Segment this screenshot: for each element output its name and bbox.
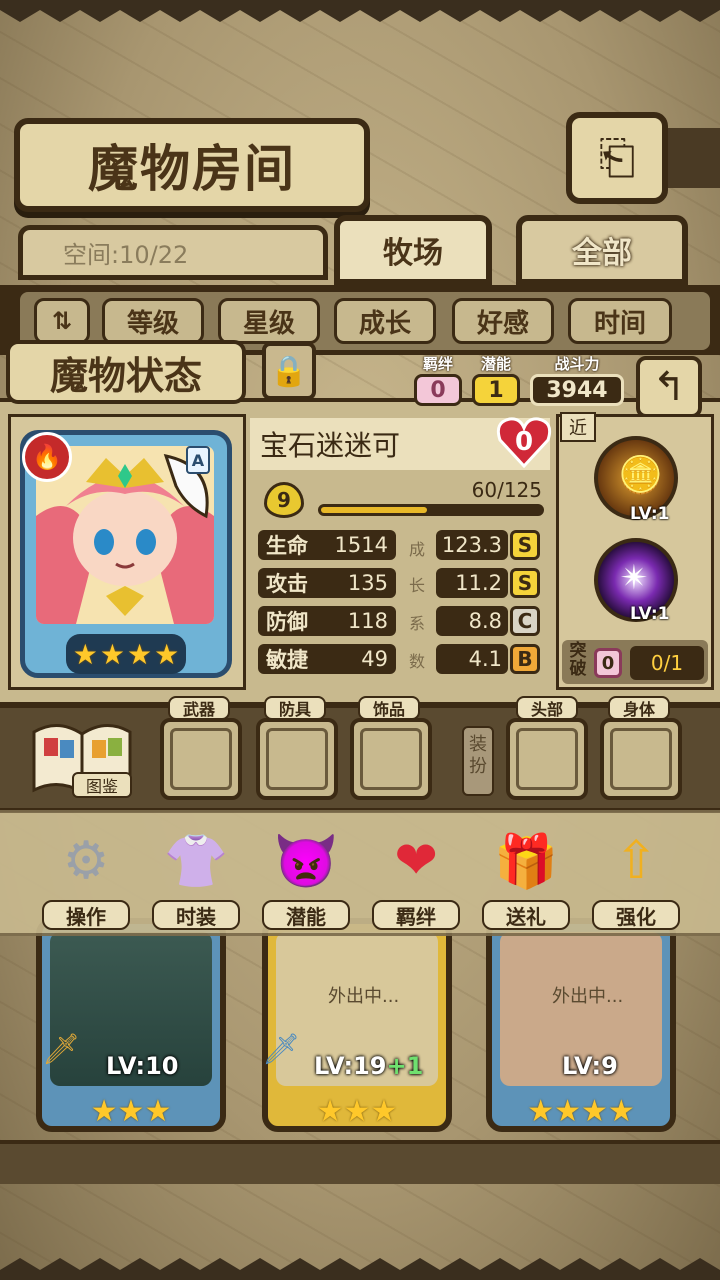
growth-defense: 8.8 <box>436 606 508 636</box>
roster-card-3[interactable]: 外出中... LV:9 ★ ★ ★ ★ <box>486 918 676 1132</box>
status-title: 魔物状态 <box>6 340 246 404</box>
bond-button[interactable]: ❤ 羁绊 <box>372 822 460 930</box>
breakthrough-progress: 0/1 <box>630 646 704 680</box>
element-badge: 🔥 <box>22 432 72 482</box>
gear-icon: ⚙ <box>62 831 110 891</box>
star-icon: ★ <box>72 637 98 671</box>
grade-hp: S <box>510 530 540 560</box>
growth-label-char: 长 <box>408 576 425 595</box>
roster-card-3-away-status: 外出中... <box>552 986 624 1007</box>
slot-label-armor: 防具 <box>264 696 326 720</box>
roster-card-2-stars: ★ ★ ★ <box>316 1094 398 1129</box>
lock-icon: 🔒 <box>270 353 308 389</box>
equip-slot-accessory[interactable] <box>350 718 432 800</box>
gift-icon: 🎁 <box>493 831 559 892</box>
attack-range-badge: 近 <box>560 412 596 442</box>
equip-slot-head[interactable] <box>506 718 588 800</box>
bond-stat: 羁绊 0 <box>414 356 462 406</box>
growth-label-char: 成 <box>408 540 425 559</box>
combat-power-stat: 战斗力 3944 <box>530 356 624 406</box>
sort-order-toggle[interactable]: ⇅ <box>34 298 90 344</box>
exit-button[interactable]: ⎗ <box>566 112 668 204</box>
sort-by-time-button[interactable]: 时间 <box>568 298 672 344</box>
sword-icon: 🗡 <box>42 1032 81 1067</box>
grade-attack: S <box>510 568 540 598</box>
roster-card-2-away-status: 外出中... <box>328 986 400 1007</box>
return-icon: ⎗ <box>598 130 636 184</box>
sort-order-icon: ⇅ <box>51 307 73 335</box>
sort-by-star-button[interactable]: 星级 <box>218 298 320 344</box>
stat-agility: 敏捷 49 <box>258 644 396 674</box>
dress-up-label: 装扮 <box>462 726 494 796</box>
star-icon: ★ <box>99 637 125 671</box>
gift-button[interactable]: 🎁 送礼 <box>482 822 570 930</box>
roster-card-2[interactable]: 外出中... LV:19+1 ★ ★ ★ <box>262 918 452 1132</box>
bottom-zigzag-border <box>0 1258 720 1280</box>
breakthrough-count: 0 <box>594 648 622 678</box>
growth-label-char: 系 <box>408 614 425 633</box>
dark-magic-skill-icon: ✴ <box>620 558 649 598</box>
lock-button[interactable]: 🔒 <box>262 342 316 400</box>
sort-by-growth-button[interactable]: 成长 <box>334 298 436 344</box>
roster-card-1-stars: ★ ★ ★ <box>90 1094 172 1129</box>
fire-icon: 🔥 <box>32 443 62 471</box>
grade-agility: B <box>510 644 540 674</box>
potential-stat: 潜能 1 <box>472 356 520 406</box>
level-badge: 9 <box>264 482 304 518</box>
exp-text: 60/125 <box>471 478 542 502</box>
potential-button[interactable]: 👿 潜能 <box>262 822 350 930</box>
roster-card-3-level: LV:9 <box>562 1052 618 1080</box>
sort-by-affection-button[interactable]: 好感 <box>452 298 554 344</box>
star-icon: ★ <box>154 637 180 671</box>
space-capacity: 空间:10/22 <box>18 225 328 280</box>
slot-label-weapon: 武器 <box>168 696 230 720</box>
enhance-button[interactable]: ⇧ 强化 <box>592 822 680 930</box>
equip-slot-armor[interactable] <box>256 718 338 800</box>
slot-label-body: 身体 <box>608 696 670 720</box>
exp-bar-fill <box>321 507 427 513</box>
stat-attack: 攻击 135 <box>258 568 396 598</box>
rank-badge: A <box>186 446 210 474</box>
costume-button[interactable]: 👚 时装 <box>152 822 240 930</box>
demon-icon: 👿 <box>273 831 339 892</box>
star-rating: ★ ★ ★ ★ <box>66 634 186 674</box>
sword-icon: 🗡 <box>262 1032 301 1067</box>
skill-1-level: LV:1 <box>630 504 670 524</box>
roster-card-2-level: LV:19+1 <box>314 1052 424 1080</box>
tab-all[interactable]: 全部 <box>516 215 688 285</box>
skill-2-level: LV:1 <box>630 604 670 624</box>
stat-hp: 生命 1514 <box>258 530 396 560</box>
tab-ranch[interactable]: 牧场 <box>334 215 492 285</box>
stat-defense: 防御 118 <box>258 606 396 636</box>
hearts-icon: ❤ <box>394 831 438 891</box>
slot-label-head: 头部 <box>516 696 578 720</box>
page-title: 魔物房间 <box>14 118 370 212</box>
clothes-icon: 👚 <box>163 831 229 892</box>
equip-slot-body[interactable] <box>600 718 682 800</box>
affection-heart: 0 <box>496 416 552 468</box>
star-icon: ★ <box>127 637 153 671</box>
grade-defense: C <box>510 606 540 636</box>
growth-agility: 4.1 <box>436 644 508 674</box>
growth-label-char: 数 <box>408 652 425 671</box>
roster-card-1-level: LV:10 <box>106 1052 179 1080</box>
slot-label-accessory: 饰品 <box>358 696 420 720</box>
return-arrow-icon: ↰ <box>652 364 686 410</box>
growth-attack: 11.2 <box>436 568 508 598</box>
breakthrough-label: 突破 <box>569 641 587 679</box>
coin-skill-icon: 🪙 <box>618 455 663 496</box>
operate-button[interactable]: ⚙ 操作 <box>42 822 130 930</box>
roster-card-1[interactable]: LV:10 ★ ★ ★ <box>36 918 226 1132</box>
affection-value: 0 <box>514 427 534 457</box>
up-arrows-icon: ⇧ <box>614 831 658 891</box>
sort-by-level-button[interactable]: 等级 <box>102 298 204 344</box>
roster-card-3-stars: ★ ★ ★ ★ <box>527 1094 635 1129</box>
growth-hp: 123.3 <box>436 530 508 560</box>
close-status-button[interactable]: ↰ <box>636 356 702 418</box>
top-zigzag-border <box>0 0 720 22</box>
footer-bar <box>0 1140 720 1184</box>
equip-slot-weapon[interactable] <box>160 718 242 800</box>
encyclopedia-label: 图鉴 <box>72 772 132 798</box>
